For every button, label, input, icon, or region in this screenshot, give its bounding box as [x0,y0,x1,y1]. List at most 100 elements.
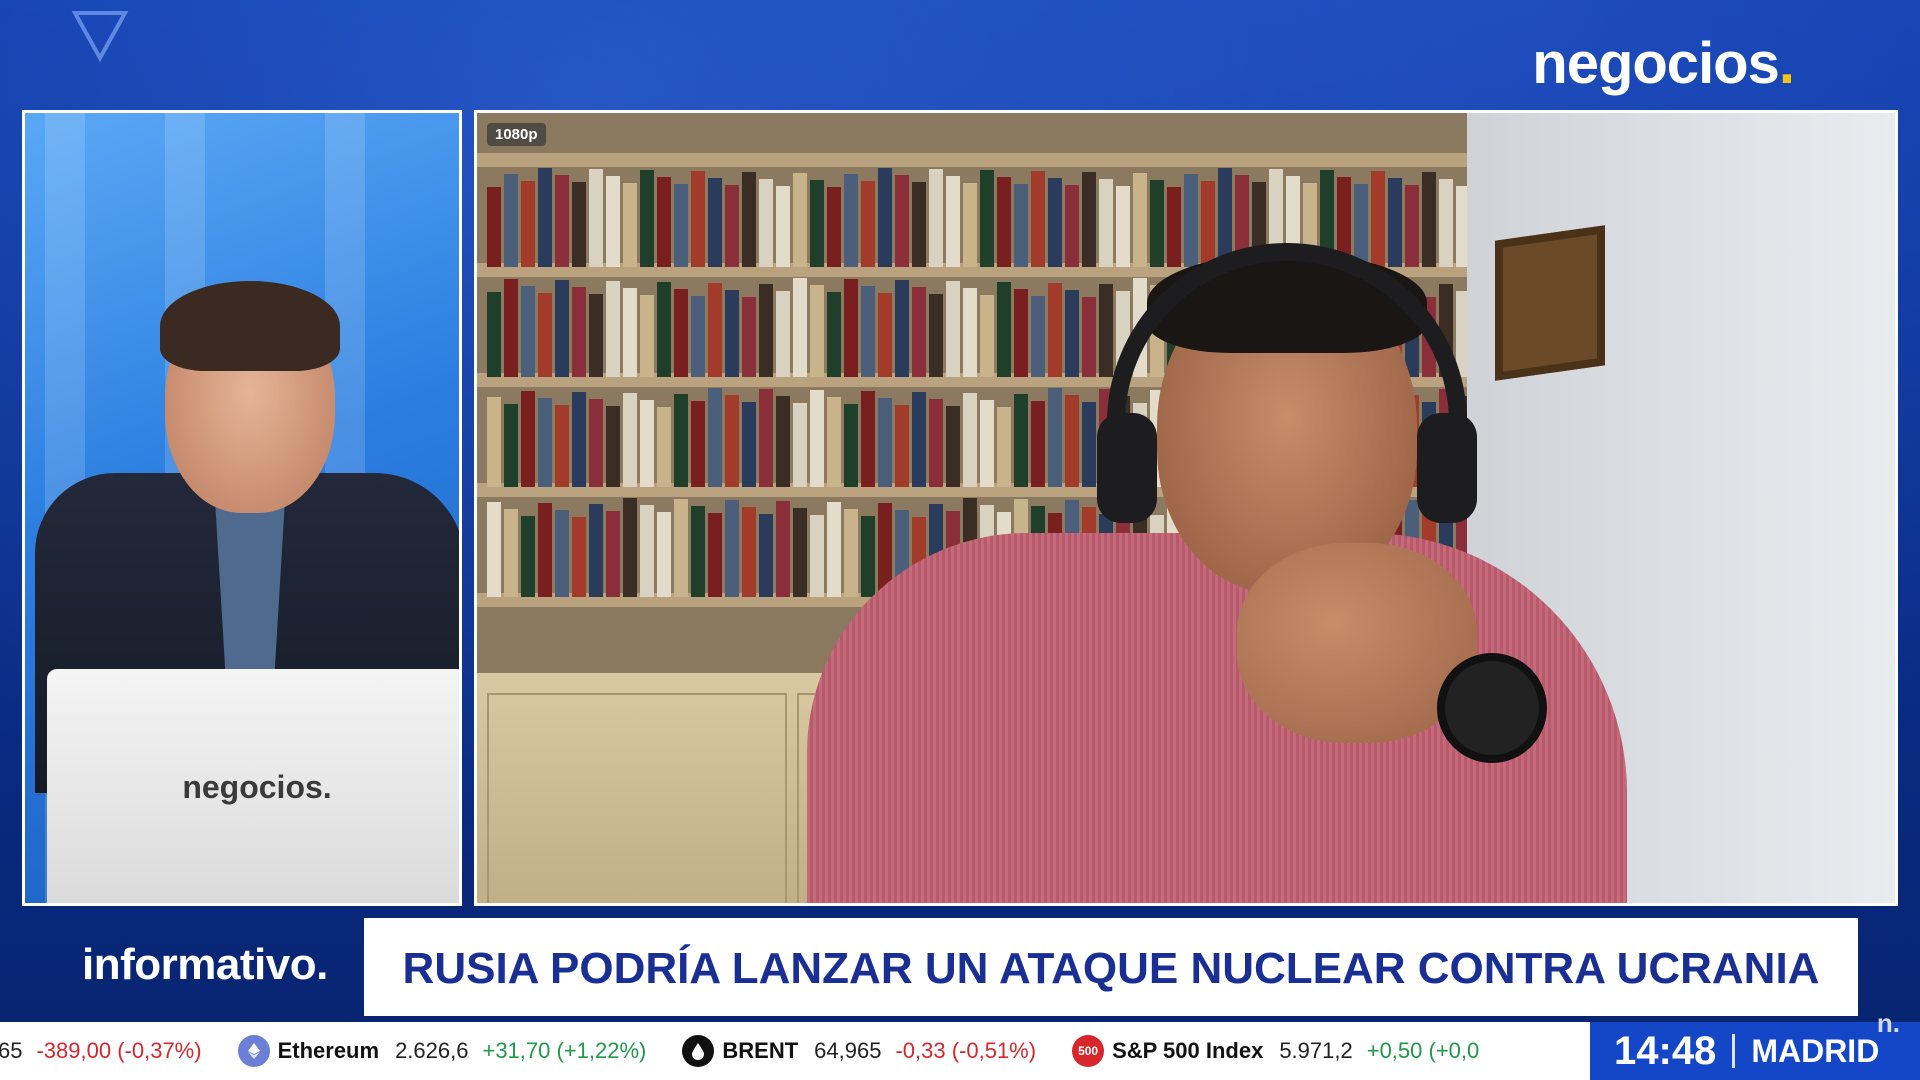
laptop-logo: negocios. [182,769,332,805]
book-spine [606,281,620,377]
book-spine [912,182,926,267]
cabinet-door [487,693,787,903]
book-spine [555,175,569,267]
book-spine [912,287,926,377]
host-hair [160,281,340,371]
book-spine [623,498,637,597]
book-spine [674,394,688,487]
book-spine [1031,296,1045,377]
book-spine [1184,174,1198,267]
oil-drop-icon [682,1035,715,1067]
book-spine [1167,187,1181,267]
book-spine [776,186,790,267]
guest-video-panel: 1080p [474,110,1898,906]
book-spine [861,181,875,267]
ticker-item: 65 -389,00 (-0,37%) [0,1038,202,1064]
ticker-name: Ethereum [277,1038,380,1063]
book-spine [708,178,722,267]
book-spine [1405,185,1419,267]
book-spine [776,291,790,377]
book-spine [759,514,773,597]
book-spine [1388,178,1402,267]
book-spine [844,279,858,377]
book-spine [1082,297,1096,377]
book-spine [963,183,977,267]
book-spine [946,176,960,267]
book-spine [623,393,637,487]
book-spine [1201,181,1215,267]
book-spine [895,405,909,487]
book-spine [572,287,586,377]
desk-laptop: negocios. [47,669,459,903]
book-spine [674,499,688,597]
book-spine [793,403,807,487]
book-spine [810,285,824,377]
book-spine [1439,179,1453,267]
program-name: informativo. [82,940,328,989]
headphone-earcup [1417,413,1477,523]
headphone-earcup [1097,413,1157,523]
book-spine [725,395,739,487]
brand-logo: negocios. [1532,31,1795,96]
book-spine [980,295,994,377]
book-spine [929,294,943,377]
ticker-price: 65 [0,1038,23,1063]
book-spine [810,390,824,487]
book-spine [759,389,773,487]
book-spine [1116,186,1130,267]
book-spine [793,278,807,377]
book-spine [657,177,671,267]
book-spine [946,406,960,487]
book-spine [606,406,620,487]
book-spine [963,393,977,487]
book-spine [963,288,977,377]
book-spine [878,293,892,377]
ethereum-icon [237,1035,270,1067]
book-spine [538,293,552,377]
book-spine [827,397,841,487]
book-spine [793,173,807,267]
book-spine [878,168,892,267]
clock-time: 14:48 [1614,1028,1717,1073]
book-spine [980,400,994,487]
book-spine [1031,401,1045,487]
book-spine [997,407,1011,487]
book-spine [861,516,875,597]
book-spine [810,180,824,267]
book-spine [487,187,501,267]
ticker-item: 500 S&P 500 Index 5.971,2 +0,50 (+0,0 [1072,1035,1479,1067]
book-spine [487,397,501,487]
book-spine [1065,395,1079,487]
book-spine [980,170,994,267]
book-spine [759,179,773,267]
book-spine [555,405,569,487]
book-spine [742,172,756,267]
book-spine [844,174,858,267]
book-spine [1014,394,1028,487]
ticker-price: 5.971,2 [1279,1038,1353,1063]
clock-city: MADRID [1751,1032,1880,1069]
book-spine [589,169,603,267]
book-spine [572,517,586,597]
book-spine [572,182,586,267]
ticker-change: +0,50 (+0,0 [1366,1038,1480,1063]
ticker-price: 64,965 [814,1038,882,1063]
book-spine [521,391,535,487]
book-spine [844,509,858,597]
book-spine [691,296,705,377]
book-spine [504,279,518,377]
resolution-badge: 1080p [487,123,546,146]
book-spine [929,169,943,267]
book-spine [895,280,909,377]
book-spine [555,510,569,597]
ticker-item: BRENT 64,965 -0,33 (-0,51%) [682,1035,1036,1067]
book-spine [1371,171,1385,267]
book-spine [827,502,841,597]
book-spine [708,283,722,377]
book-spine [521,181,535,267]
book-spine [708,513,722,597]
triangle-decoration-icon [71,11,129,63]
book-spine [657,282,671,377]
book-spine [589,399,603,487]
book-spine [742,402,756,487]
